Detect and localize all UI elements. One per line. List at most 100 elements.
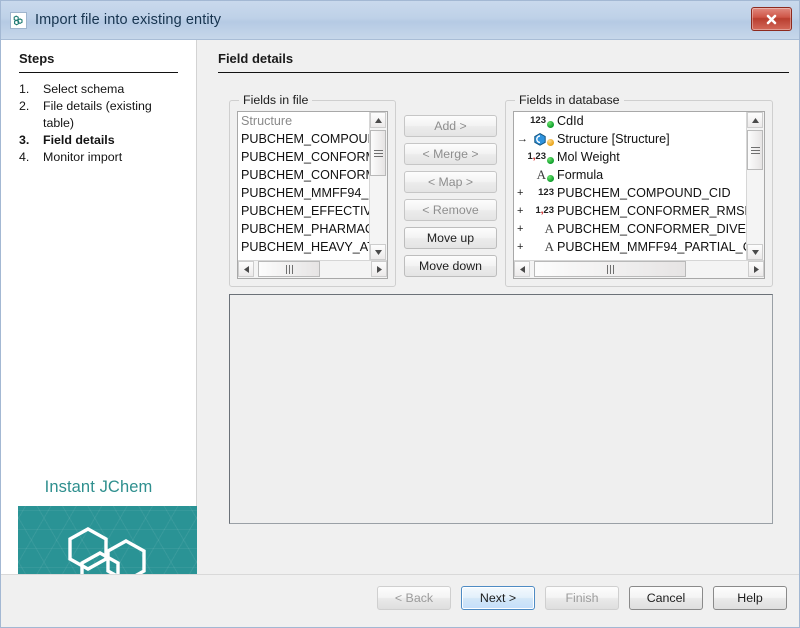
fields-in-database-vertical-scrollbar[interactable] xyxy=(746,112,764,260)
step-label: File details (existing table) xyxy=(43,98,184,132)
help-button[interactable]: Help xyxy=(713,586,787,610)
scroll-down-icon[interactable] xyxy=(370,244,386,260)
text-a-icon: A xyxy=(527,238,557,256)
list-item[interactable]: PUBCHEM_COMPOUND_ xyxy=(238,130,369,148)
table-row[interactable]: + A PUBCHEM_CONFORMER_DIVERSE( xyxy=(514,220,746,238)
move-down-button[interactable]: Move down xyxy=(404,255,497,277)
next-button[interactable]: Next > xyxy=(461,586,535,610)
field-label: Structure [Structure] xyxy=(557,130,670,148)
structure-hexagon-icon xyxy=(527,133,557,146)
text-a-icon: A xyxy=(527,220,557,238)
fields-in-file-legend: Fields in file xyxy=(239,93,312,107)
scroll-down-icon[interactable] xyxy=(747,244,763,260)
fields-in-file-body: Structure PUBCHEM_COMPOUND_ PUBCHEM_CONF… xyxy=(238,112,387,260)
jchem-molecule-icon xyxy=(10,12,27,29)
list-item[interactable]: PUBCHEM_CONFORMER xyxy=(238,166,369,184)
scroll-right-icon[interactable] xyxy=(371,261,387,277)
text-a-green-icon: A xyxy=(527,166,557,184)
table-row[interactable]: A Formula xyxy=(514,166,746,184)
scroll-thumb[interactable] xyxy=(534,261,686,277)
step-label: Monitor import xyxy=(43,149,184,166)
table-row[interactable]: + 1,23 PUBCHEM_CONFORMER_RMSD xyxy=(514,202,746,220)
step-item-file-details: 2. File details (existing table) xyxy=(19,98,184,132)
list-item[interactable]: PUBCHEM_HEAVY_ATOI xyxy=(238,238,369,256)
list-item[interactable]: PUBCHEM_PHARMACOF xyxy=(238,220,369,238)
step-item-monitor-import: 4. Monitor import xyxy=(19,149,184,166)
scroll-left-icon[interactable] xyxy=(514,261,530,277)
table-row[interactable]: + 123 PUBCHEM_COMPOUND_CID xyxy=(514,184,746,202)
fields-in-database-listbox[interactable]: 123 CdId → xyxy=(513,111,765,279)
field-label: PUBCHEM_CONFORMER_RMSD xyxy=(557,202,746,220)
page-title-divider xyxy=(218,72,789,73)
scroll-thumb[interactable] xyxy=(747,130,763,170)
field-label: CdId xyxy=(557,112,584,130)
scroll-up-icon[interactable] xyxy=(370,112,386,128)
step-label: Field details xyxy=(43,132,184,149)
close-button[interactable] xyxy=(751,7,792,31)
fields-in-database-horizontal-scrollbar[interactable] xyxy=(514,260,764,278)
finish-button[interactable]: Finish xyxy=(545,586,619,610)
map-button[interactable]: < Map > xyxy=(404,171,497,193)
close-icon xyxy=(765,13,778,26)
steps-divider xyxy=(19,72,178,73)
fields-in-file-vertical-scrollbar[interactable] xyxy=(369,112,387,260)
fields-in-database-legend: Fields in database xyxy=(515,93,624,107)
table-row[interactable]: + A PUBCHEM_MMFF94_PARTIAL_CHA xyxy=(514,238,746,256)
window-title: Import file into existing entity xyxy=(35,12,221,28)
table-row[interactable]: 123 CdId xyxy=(514,112,746,130)
fields-in-file-items[interactable]: Structure PUBCHEM_COMPOUND_ PUBCHEM_CONF… xyxy=(238,112,369,260)
merge-button[interactable]: < Merge > xyxy=(404,143,497,165)
fields-in-database-items[interactable]: 123 CdId → xyxy=(514,112,746,260)
row-plus: + xyxy=(517,184,527,202)
list-item[interactable]: Structure xyxy=(238,112,369,130)
field-label: PUBCHEM_MMFF94_PARTIAL_CHA xyxy=(557,238,746,256)
step-number: 1. xyxy=(19,81,43,98)
number-decimal-icon: 1,23 xyxy=(527,202,557,220)
row-plus: + xyxy=(517,238,527,256)
import-wizard-window: Import file into existing entity Steps 1… xyxy=(0,0,800,628)
step-label: Select schema xyxy=(43,81,184,98)
back-button[interactable]: < Back xyxy=(377,586,451,610)
field-details-pane: Field details Fields in file Structure P… xyxy=(197,40,799,574)
step-item-select-schema: 1. Select schema xyxy=(19,81,184,98)
fields-in-file-horizontal-scrollbar[interactable] xyxy=(238,260,387,278)
row-plus: + xyxy=(517,220,527,238)
row-arrow: → xyxy=(517,130,527,148)
scroll-right-icon[interactable] xyxy=(748,261,764,277)
page-title: Field details xyxy=(218,51,293,66)
remove-button[interactable]: < Remove xyxy=(404,199,497,221)
wizard-nav-buttons: < Back Next > Finish Cancel Help xyxy=(377,586,787,610)
title-bar: Import file into existing entity xyxy=(1,1,799,40)
add-button[interactable]: Add > xyxy=(404,115,497,137)
wizard-footer: < Back Next > Finish Cancel Help xyxy=(1,574,799,627)
list-item[interactable]: PUBCHEM_CONFORMER xyxy=(238,148,369,166)
fields-in-database-body: 123 CdId → xyxy=(514,112,764,260)
window-content: Steps 1. Select schema 2. File details (… xyxy=(1,40,799,574)
scroll-up-icon[interactable] xyxy=(747,112,763,128)
field-label: PUBCHEM_COMPOUND_CID xyxy=(557,184,731,202)
field-label: PUBCHEM_CONFORMER_DIVERSE( xyxy=(557,220,746,238)
scroll-thumb[interactable] xyxy=(258,261,320,277)
field-detail-panel xyxy=(229,294,773,524)
fields-in-database-group: Fields in database 123 CdId xyxy=(505,100,773,287)
scroll-left-icon[interactable] xyxy=(238,261,254,277)
table-row[interactable]: → Structure [Structure] xyxy=(514,130,746,148)
steps-list: 1. Select schema 2. File details (existi… xyxy=(19,81,184,166)
scroll-thumb[interactable] xyxy=(370,130,386,176)
transfer-buttons: Add > < Merge > < Map > < Remove Move up… xyxy=(404,115,497,283)
fields-in-file-listbox[interactable]: Structure PUBCHEM_COMPOUND_ PUBCHEM_CONF… xyxy=(237,111,388,279)
field-label: Mol Weight xyxy=(557,148,620,166)
step-number: 2. xyxy=(19,98,43,115)
step-item-field-details: 3. Field details xyxy=(19,132,184,149)
number-123-icon: 123 xyxy=(527,184,557,202)
fields-in-file-group: Fields in file Structure PUBCHEM_COMPOUN… xyxy=(229,100,396,287)
table-row[interactable]: 1,23 Mol Weight xyxy=(514,148,746,166)
number-123-green-icon: 123 xyxy=(527,112,557,130)
list-item[interactable]: PUBCHEM_EFFECTIVE_I xyxy=(238,202,369,220)
number-decimal-green-icon: 1,23 xyxy=(527,148,557,166)
steps-sidebar: Steps 1. Select schema 2. File details (… xyxy=(1,40,197,574)
steps-heading: Steps xyxy=(19,51,54,66)
cancel-button[interactable]: Cancel xyxy=(629,586,703,610)
list-item[interactable]: PUBCHEM_MMFF94_PAI xyxy=(238,184,369,202)
move-up-button[interactable]: Move up xyxy=(404,227,497,249)
